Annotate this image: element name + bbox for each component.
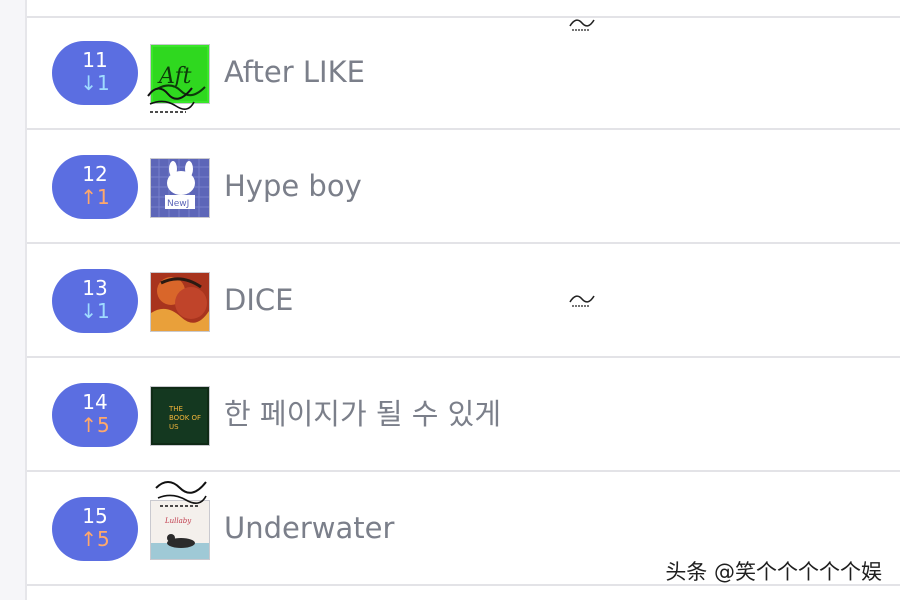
- svg-text:THE: THE: [168, 405, 183, 413]
- rank-number: 12: [82, 162, 108, 186]
- rank-change-up: ↑5: [80, 413, 110, 437]
- album-cover[interactable]: THE BOOK OF US: [150, 386, 210, 446]
- chart-row[interactable]: 13 ↓1 DICE: [27, 246, 900, 358]
- album-cover[interactable]: [150, 272, 210, 332]
- left-rail: [0, 0, 27, 600]
- svg-text:US: US: [169, 423, 179, 431]
- chart-page: 11 ↓1 Aft After LIKE 12 ↑1 NewJ Hype boy…: [0, 0, 900, 600]
- svg-text:Lullaby: Lullaby: [164, 517, 192, 525]
- rank-change-down: ↓1: [80, 299, 110, 323]
- time-of-our-life-cover-art: THE BOOK OF US: [151, 387, 209, 445]
- song-title[interactable]: DICE: [224, 282, 293, 318]
- rank-badge: 12 ↑1: [52, 155, 138, 219]
- svg-text:BOOK OF: BOOK OF: [169, 414, 201, 422]
- scribble-mark: [569, 295, 595, 307]
- rank-badge: 13 ↓1: [52, 269, 138, 333]
- chart-row[interactable]: 14 ↑5 THE BOOK OF US 한 페이지가 될 수 있게: [27, 360, 900, 472]
- album-cover[interactable]: NewJ: [150, 158, 210, 218]
- rank-badge: 14 ↑5: [52, 383, 138, 447]
- scribble-mark: [147, 87, 195, 113]
- chart-row[interactable]: 12 ↑1 NewJ Hype boy: [27, 132, 900, 244]
- watermark: 头条 @笑个个个个个娱: [665, 560, 882, 584]
- scribble-mark: [155, 481, 207, 507]
- dice-cover-art: [151, 273, 209, 331]
- rank-badge: 11 ↓1: [52, 41, 138, 105]
- rank-number: 13: [82, 276, 108, 300]
- svg-text:NewJ: NewJ: [167, 199, 189, 209]
- rank-change-up: ↑1: [80, 185, 110, 209]
- rank-change-up: ↑5: [80, 527, 110, 551]
- rank-number: 15: [82, 504, 108, 528]
- song-title[interactable]: 한 페이지가 될 수 있게: [224, 396, 501, 432]
- rank-badge: 15 ↑5: [52, 497, 138, 561]
- song-title[interactable]: After LIKE: [224, 54, 365, 90]
- rank-change-down: ↓1: [80, 71, 110, 95]
- song-title[interactable]: Hype boy: [224, 168, 362, 204]
- song-title[interactable]: Underwater: [224, 510, 394, 546]
- rank-number: 11: [82, 48, 108, 72]
- scribble-mark: [569, 19, 595, 31]
- rank-number: 14: [82, 390, 108, 414]
- hype-boy-cover-art: NewJ: [151, 159, 209, 217]
